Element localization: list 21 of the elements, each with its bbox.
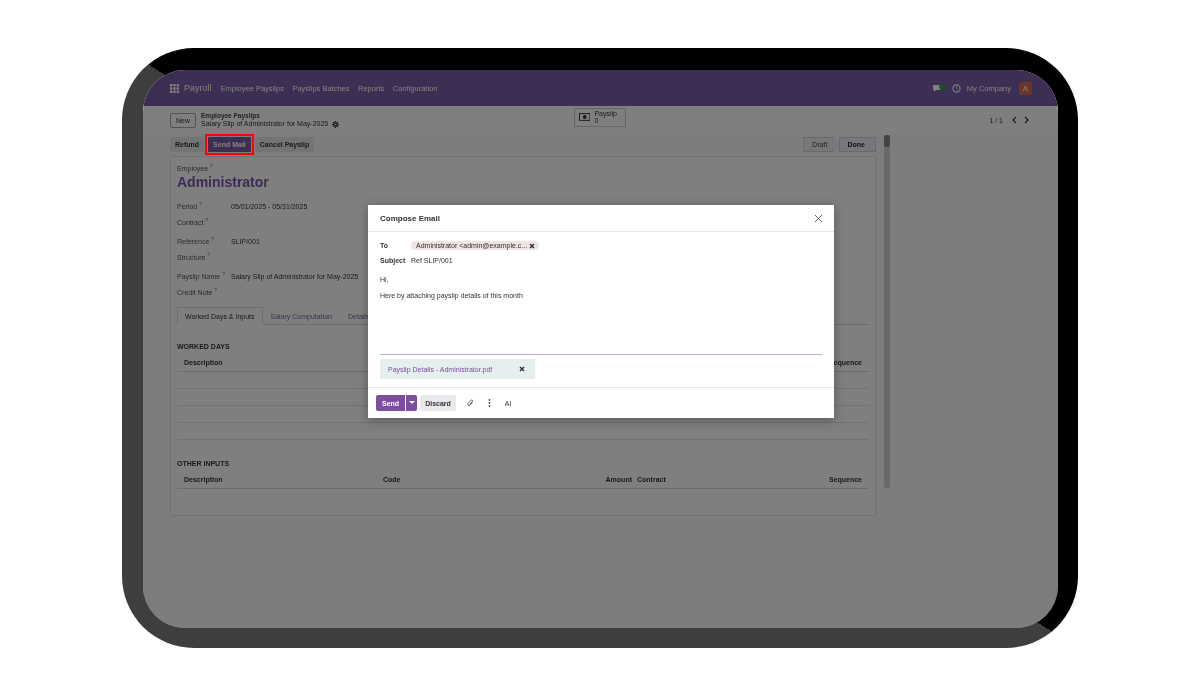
paperclip-icon[interactable] xyxy=(466,399,474,407)
banknote-icon xyxy=(579,113,591,121)
dialog-title: Compose Email xyxy=(380,213,440,223)
close-icon[interactable] xyxy=(814,213,823,223)
user-avatar[interactable]: A xyxy=(1019,81,1032,95)
remove-icon[interactable] xyxy=(529,242,536,249)
settings-icon[interactable] xyxy=(332,120,340,128)
clock-icon[interactable] xyxy=(951,83,961,93)
apps-icon[interactable] xyxy=(170,83,179,93)
chat-icon[interactable] xyxy=(931,83,946,93)
previous-button[interactable] xyxy=(1011,115,1017,125)
app-name[interactable]: Payroll xyxy=(184,83,212,93)
send-options-button[interactable] xyxy=(405,395,418,411)
caret-icon xyxy=(408,401,415,405)
delete-icon[interactable] xyxy=(519,366,525,372)
chevron-left-icon xyxy=(1011,115,1017,124)
employee-name: Administrator xyxy=(177,174,270,191)
next-button[interactable] xyxy=(1024,115,1030,125)
chevron-right-icon xyxy=(1024,115,1030,124)
scrollbar[interactable] xyxy=(884,135,890,488)
more-options-icon[interactable] xyxy=(487,399,491,407)
